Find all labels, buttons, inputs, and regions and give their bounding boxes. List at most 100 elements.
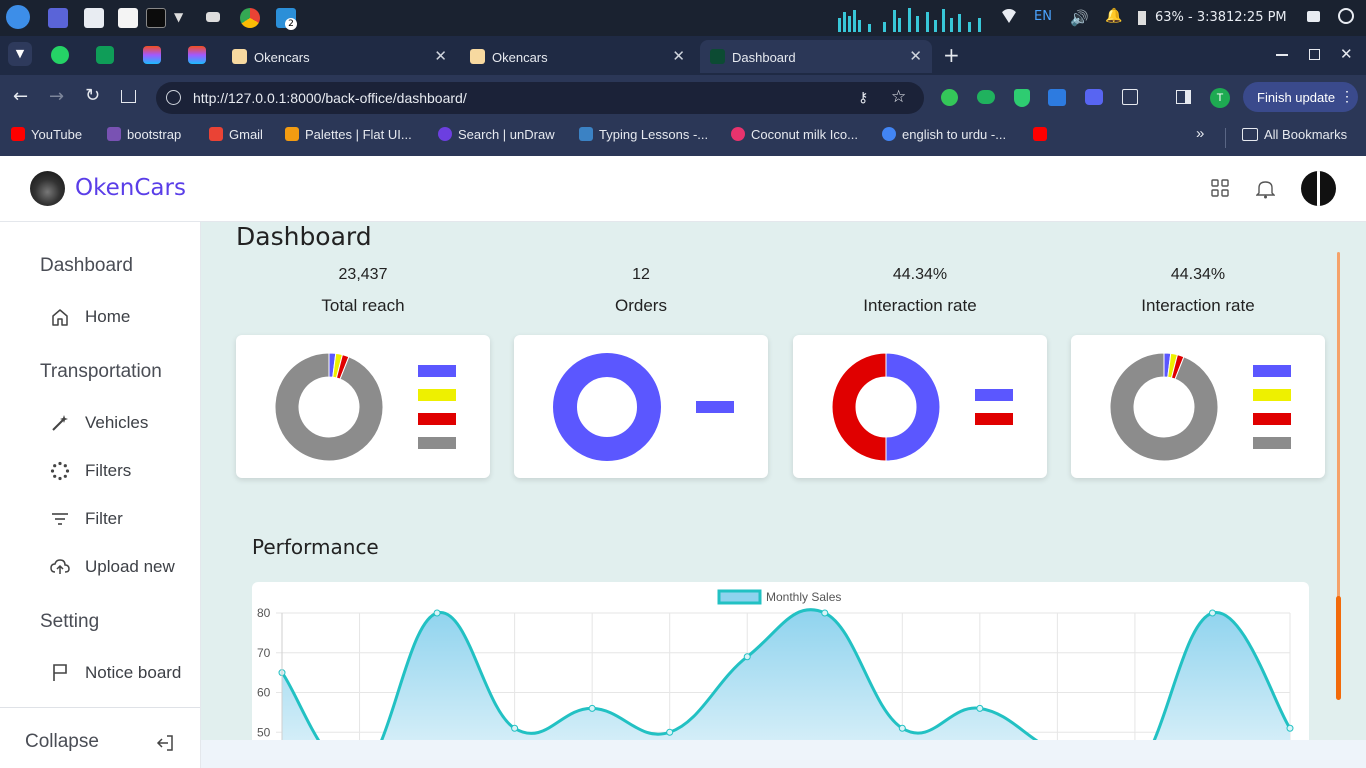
extensions-puzzle-icon[interactable] — [1122, 89, 1138, 105]
data-point[interactable] — [511, 724, 519, 732]
user-avatar[interactable] — [1301, 171, 1336, 206]
star-icon[interactable]: ☆ — [891, 87, 906, 107]
bookmark-typing[interactable]: Typing Lessons -... — [579, 127, 708, 142]
apps-grid-icon[interactable] — [1211, 179, 1230, 198]
volume-icon[interactable]: 🔊 — [1070, 9, 1089, 27]
app-launcher-icon[interactable] — [48, 8, 68, 28]
text-editor-icon[interactable] — [118, 8, 138, 28]
bookmark-youtube[interactable]: YouTube — [11, 127, 82, 142]
finish-update-button[interactable]: Finish update ⋮ — [1243, 82, 1358, 112]
legend-swatch[interactable] — [1253, 389, 1291, 401]
address-bar[interactable]: http://127.0.0.1:8000/back-office/dashbo… — [156, 82, 924, 114]
legend-swatch[interactable] — [1253, 365, 1291, 377]
legend-swatch[interactable] — [975, 413, 1013, 425]
legend-swatch[interactable] — [418, 437, 456, 449]
pinned-tab-figma-1[interactable] — [143, 46, 161, 64]
maximize-button[interactable] — [1309, 49, 1320, 60]
main-content: Dashboard 23,437 Total reach 12 Orders 44.… — [201, 222, 1366, 740]
bookmark-coconut[interactable]: Coconut milk Ico... — [731, 127, 858, 142]
legend-swatch[interactable] — [696, 401, 734, 413]
clock[interactable]: 12:25 PM — [1226, 10, 1287, 25]
collapse-button[interactable]: Collapse — [25, 731, 185, 755]
wifi-icon[interactable] — [1000, 9, 1018, 23]
sidebar-item-notice-board[interactable]: Notice board — [50, 663, 200, 685]
more-bookmarks-icon[interactable]: » — [1196, 125, 1204, 142]
power-icon[interactable] — [1338, 8, 1354, 24]
data-point[interactable] — [976, 704, 984, 712]
sidebar-item-vehicles[interactable]: Vehicles — [50, 413, 190, 435]
notification-bell-icon[interactable] — [1256, 179, 1275, 199]
y-tick-label: 70 — [257, 646, 271, 660]
close-icon[interactable]: ✕ — [909, 47, 922, 65]
more-vertical-icon[interactable]: ⋮ — [1340, 88, 1354, 105]
brand-name[interactable]: OkenCars — [75, 175, 186, 201]
legend-swatch[interactable] — [418, 413, 456, 425]
language-indicator[interactable]: EN — [1034, 9, 1052, 24]
start-menu-icon[interactable] — [6, 5, 30, 29]
site-info-icon[interactable] — [166, 90, 181, 105]
reload-icon[interactable]: ↻ — [85, 85, 100, 106]
new-tab-button[interactable]: + — [943, 43, 960, 67]
legend-swatch[interactable] — [1253, 413, 1291, 425]
extension-eye-icon[interactable] — [977, 90, 995, 104]
extension-shield-icon[interactable] — [1014, 89, 1030, 107]
profile-avatar[interactable]: T — [1210, 88, 1230, 108]
pinned-tab-figma-2[interactable] — [188, 46, 206, 64]
extension-camera-icon[interactable] — [1085, 89, 1103, 105]
data-point[interactable] — [743, 653, 751, 661]
sidebar-item-upload-new[interactable]: Upload new — [50, 557, 190, 579]
bookmark-youtube-2[interactable] — [1033, 127, 1053, 142]
brand-logo[interactable] — [30, 171, 65, 206]
close-icon[interactable]: ✕ — [672, 47, 685, 65]
pinned-tab-sheets[interactable] — [96, 46, 114, 64]
all-bookmarks-button[interactable]: All Bookmarks — [1242, 127, 1347, 142]
extension-plus-icon[interactable] — [941, 89, 958, 106]
data-point[interactable] — [666, 728, 674, 736]
scroll-thumb[interactable] — [1336, 596, 1341, 700]
data-point[interactable] — [1286, 724, 1294, 732]
url-text[interactable]: http://127.0.0.1:8000/back-office/dashbo… — [193, 90, 467, 106]
tab-dashboard[interactable]: Dashboard ✕ — [700, 40, 932, 73]
window-icon[interactable] — [206, 12, 220, 22]
doughnut-chart — [831, 352, 1013, 462]
bookmark-gmail[interactable]: Gmail — [209, 127, 263, 142]
data-point[interactable] — [433, 609, 441, 617]
os-taskbar: ▼ 2 EN 🔊 🔔 63% - 3:38 12:25 PM — [0, 0, 1366, 36]
tab-search-button[interactable]: ▼ — [8, 42, 32, 66]
bookmark-bootstrap[interactable]: bootstrap — [107, 127, 181, 142]
notification-bell-icon[interactable]: 🔔 — [1105, 8, 1122, 24]
file-manager-icon[interactable] — [84, 8, 104, 28]
legend-swatch[interactable] — [418, 389, 456, 401]
tab-okencars-2[interactable]: Okencars ✕ — [460, 40, 695, 73]
minimize-button[interactable] — [1276, 54, 1288, 56]
key-icon[interactable]: ⚷ — [858, 89, 868, 106]
bookmark-translate[interactable]: english to urdu -... — [882, 127, 1006, 142]
home-icon[interactable] — [121, 90, 136, 103]
close-window-button[interactable]: ✕ — [1340, 45, 1353, 63]
chevron-down-icon[interactable]: ▼ — [174, 10, 194, 30]
terminal-icon[interactable] — [146, 8, 166, 28]
pinned-tab-whatsapp[interactable] — [51, 46, 69, 64]
back-arrow-icon[interactable]: ← — [13, 86, 28, 107]
data-point[interactable] — [1208, 609, 1216, 617]
lock-icon[interactable] — [1307, 11, 1320, 22]
sidebar-item-filter[interactable]: Filter — [50, 509, 190, 531]
tab-okencars-1[interactable]: Okencars ✕ — [222, 40, 457, 73]
sidebar-item-home[interactable]: Home — [50, 307, 190, 329]
legend-swatch[interactable] — [418, 365, 456, 377]
data-point[interactable] — [898, 724, 906, 732]
sidebar-item-filters[interactable]: Filters — [50, 461, 190, 483]
side-panel-icon[interactable] — [1176, 90, 1191, 104]
legend-swatch[interactable] — [717, 589, 762, 605]
legend-swatch[interactable] — [975, 389, 1013, 401]
legend-swatch[interactable] — [1253, 437, 1291, 449]
chrome-icon[interactable] — [240, 8, 260, 28]
data-point[interactable] — [588, 704, 596, 712]
data-point[interactable] — [821, 609, 829, 617]
forward-arrow-icon[interactable]: → — [49, 86, 64, 107]
bookmark-flat-ui[interactable]: Palettes | Flat UI... — [285, 127, 412, 142]
close-icon[interactable]: ✕ — [434, 47, 447, 65]
performance-title: Performance — [252, 535, 379, 559]
bookmark-undraw[interactable]: Search | unDraw — [438, 127, 555, 142]
extension-fi-icon[interactable] — [1048, 89, 1066, 106]
